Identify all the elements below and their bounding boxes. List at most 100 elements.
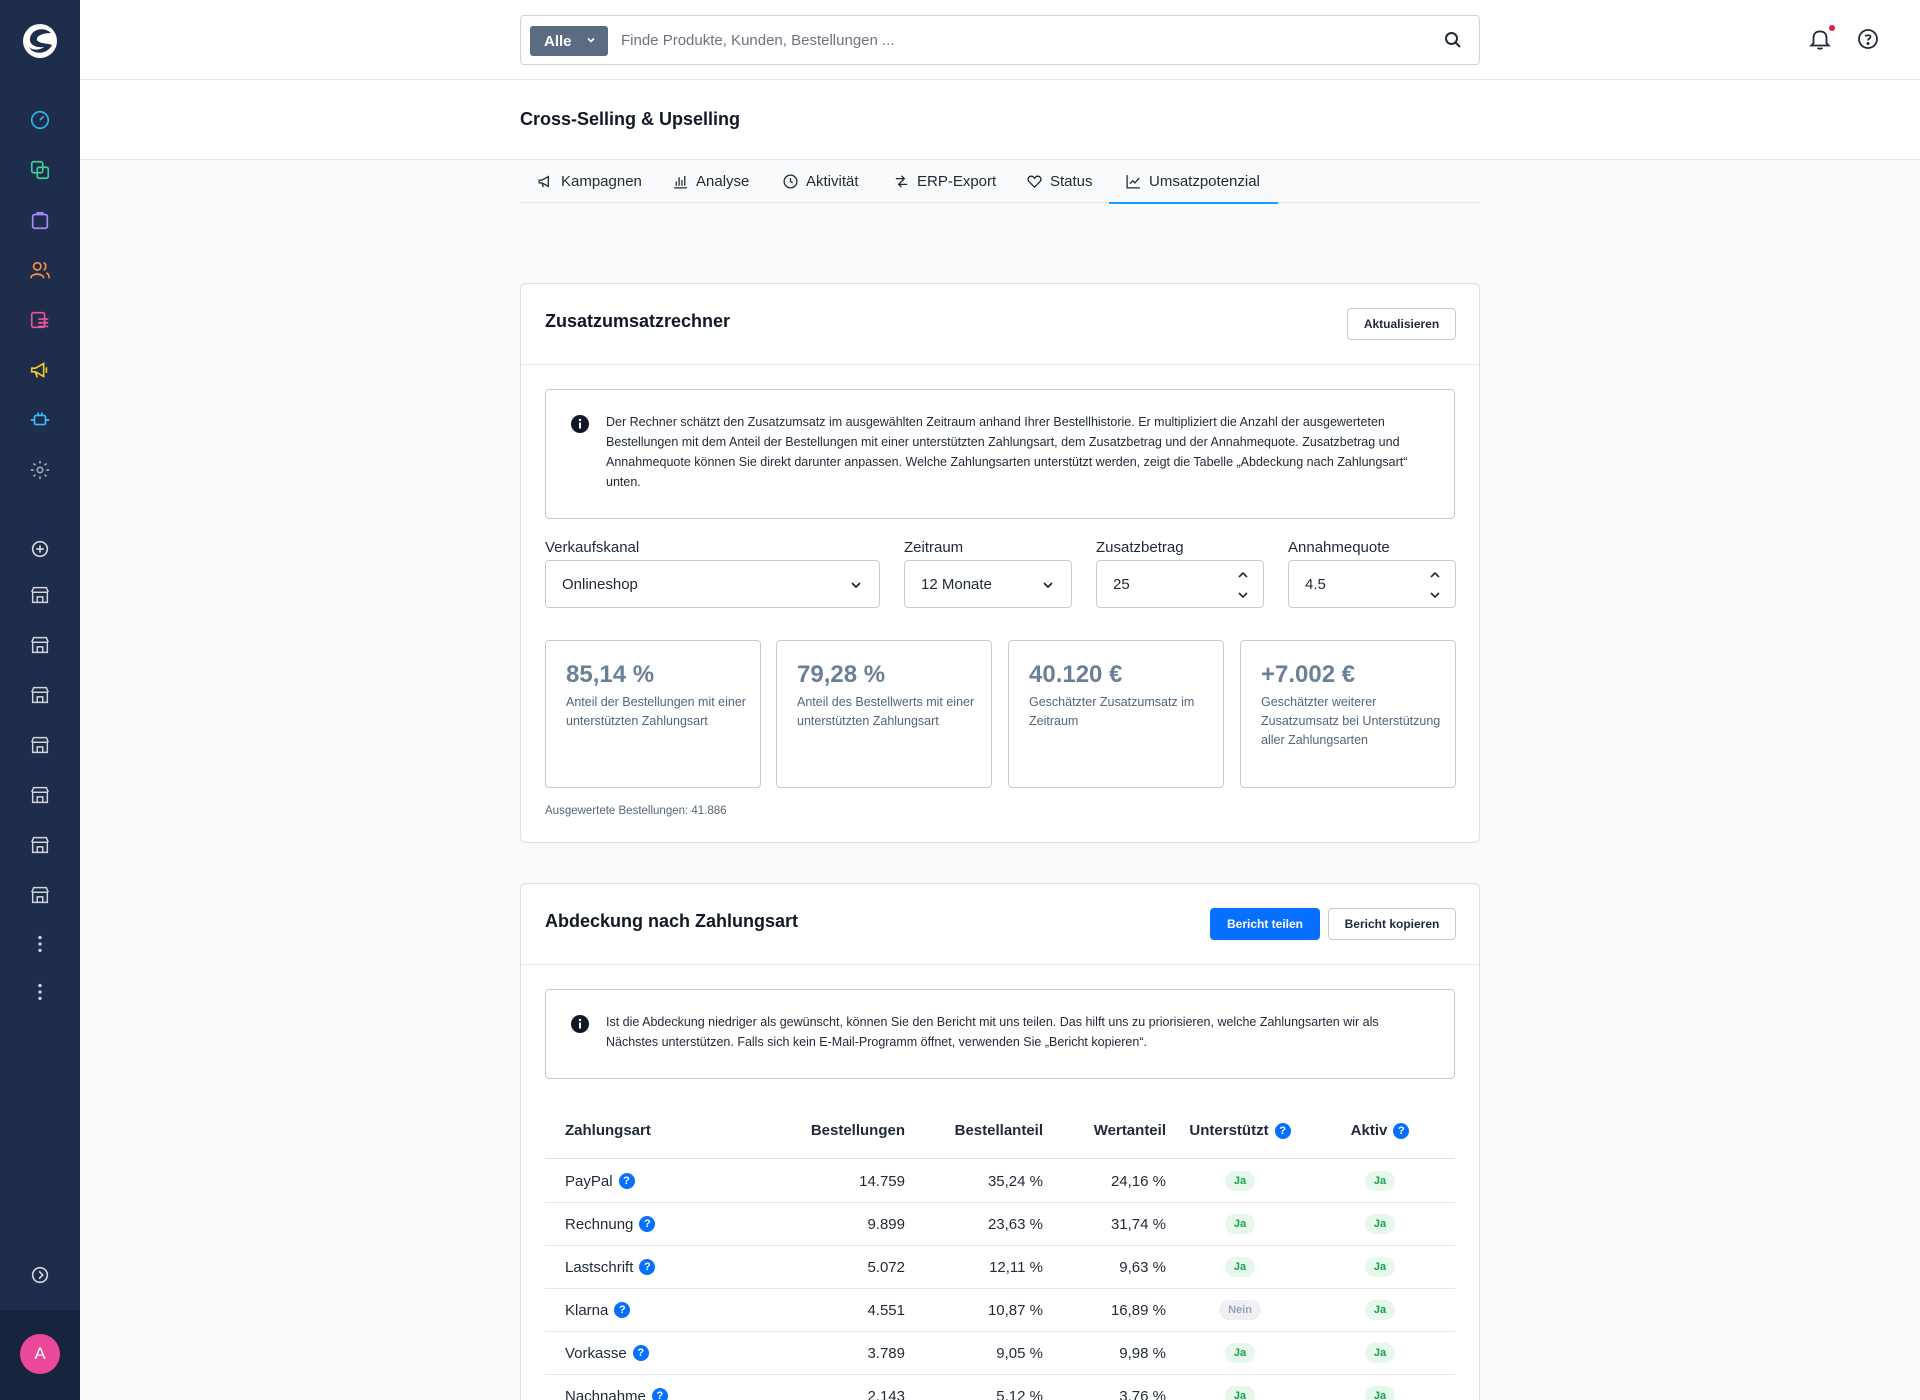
settings-icon[interactable] (28, 458, 52, 482)
tab-analyse[interactable]: Analyse (672, 160, 749, 203)
refresh-button[interactable]: Aktualisieren (1347, 308, 1456, 340)
search-icon[interactable] (1443, 30, 1463, 50)
column-header-orders: Bestellungen (810, 1122, 905, 1139)
sidebar: A (0, 0, 80, 1400)
number-stepper-icon[interactable] (1237, 569, 1249, 601)
dashboard-icon[interactable] (28, 108, 52, 132)
kpi-card-additional-revenue: +7.002 € Geschätzter weiterer Zusatzumsa… (1240, 640, 1456, 788)
marketing-icon[interactable] (28, 358, 52, 382)
storefront-icon[interactable] (28, 633, 52, 657)
tab-bar: Kampagnen Analyse Aktivität ERP-Export S… (520, 160, 1480, 204)
status-badge: Ja (1364, 1343, 1396, 1363)
status-badge: Ja (1224, 1343, 1256, 1363)
info-icon (571, 415, 589, 433)
kpi-card-order-share: 85,14 % Anteil der Bestellungen mit eine… (545, 640, 761, 788)
column-header-order-share: Bestellanteil (954, 1122, 1043, 1139)
tab-status[interactable]: Status (1026, 160, 1093, 203)
active-cell: Ja (1310, 1203, 1450, 1245)
active-cell: Ja (1310, 1160, 1450, 1202)
column-header-active: Aktiv? (1310, 1103, 1450, 1158)
search-scope-label: Alle (544, 32, 572, 50)
coverage-card-header: Abdeckung nach Zahlungsart Bericht teile… (521, 884, 1479, 965)
status-badge: Nein (1219, 1300, 1261, 1320)
help-question-icon[interactable]: ? (651, 1388, 668, 1400)
additional-amount-input[interactable]: 25 (1096, 560, 1264, 608)
tab-label: Umsatzpotenzial (1149, 172, 1260, 190)
status-badge: Ja (1224, 1257, 1256, 1277)
kpi-label: Anteil des Bestellwerts mit einer unters… (797, 695, 975, 728)
table-row: Lastschrift? 5.072 12,11 % 9,63 % Ja Ja (545, 1246, 1455, 1289)
number-stepper-icon[interactable] (1429, 569, 1441, 601)
share-report-button[interactable]: Bericht teilen (1210, 908, 1320, 940)
expand-sidebar-icon[interactable] (28, 1263, 52, 1287)
notification-dot (1829, 25, 1835, 31)
help-icon[interactable] (1856, 27, 1880, 51)
channel-label: Verkaufskanal (545, 539, 640, 556)
order-share-cell: 23,63 % (987, 1215, 1043, 1233)
tab-aktivitaet[interactable]: Aktivität (782, 160, 859, 203)
column-header-value-share: Wertanteil (1093, 1122, 1166, 1139)
supported-cell: Ja (1170, 1246, 1310, 1288)
orders-icon[interactable] (28, 208, 52, 232)
column-header-active-label: Aktiv (1350, 1122, 1388, 1139)
help-question-icon[interactable]: ? (639, 1259, 656, 1275)
help-question-icon[interactable]: ? (1393, 1122, 1410, 1139)
status-badge: Ja (1224, 1214, 1256, 1234)
shopware-logo-icon[interactable] (20, 21, 60, 61)
kpi-label: Geschätzter Zusatzumsatz im Zeitraum (1029, 695, 1195, 728)
payment-method-cell: Klarna? (565, 1289, 631, 1331)
extensions-icon[interactable] (28, 408, 52, 432)
bar-chart-icon (674, 175, 687, 189)
help-question-icon[interactable]: ? (1274, 1122, 1291, 1139)
clock-icon (783, 174, 798, 189)
orders-cell: 2.143 (867, 1387, 905, 1400)
add-sales-channel-icon[interactable] (28, 537, 52, 561)
active-cell: Ja (1310, 1332, 1450, 1374)
orders-cell: 4.551 (867, 1301, 905, 1319)
heart-icon (1027, 175, 1042, 189)
coverage-title: Abdeckung nach Zahlungsart (545, 911, 799, 931)
storefront-icon[interactable] (28, 683, 52, 707)
active-cell: Ja (1310, 1375, 1450, 1400)
user-avatar[interactable]: A (20, 1334, 60, 1374)
tab-kampagnen[interactable]: Kampagnen (537, 160, 642, 203)
search-scope-dropdown[interactable]: Alle (530, 26, 608, 56)
catalog-icon[interactable] (28, 158, 52, 182)
page-title: Cross-Selling & Upselling (520, 109, 741, 129)
kpi-value: 85,14 % (566, 661, 655, 688)
help-question-icon[interactable]: ? (639, 1216, 656, 1232)
help-question-icon[interactable]: ? (632, 1345, 649, 1361)
help-question-icon[interactable]: ? (614, 1302, 631, 1318)
value-share-cell: 9,63 % (1119, 1258, 1166, 1276)
kpi-value: 40.120 € (1029, 661, 1123, 688)
copy-report-button[interactable]: Bericht kopieren (1328, 908, 1456, 940)
content-icon[interactable] (28, 308, 52, 332)
coverage-info-text: Ist die Abdeckung niedriger als gewünsch… (606, 1015, 1379, 1049)
acceptance-rate-input[interactable]: 4.5 (1288, 560, 1456, 608)
sales-channel-value: Onlineshop (562, 575, 638, 593)
storefront-icon[interactable] (28, 783, 52, 807)
table-row: PayPal? 14.759 35,24 % 24,16 % Ja Ja (545, 1160, 1455, 1203)
storefront-icon[interactable] (28, 833, 52, 857)
kpi-value: 79,28 % (797, 661, 886, 688)
period-label: Zeitraum (904, 539, 964, 556)
payment-method-name: Nachnahme (565, 1387, 646, 1400)
more-vertical-icon[interactable] (28, 980, 52, 1004)
storefront-icon[interactable] (28, 583, 52, 607)
customers-icon[interactable] (28, 258, 52, 282)
help-question-icon[interactable]: ? (618, 1173, 635, 1189)
trend-chart-icon (1126, 174, 1140, 189)
more-vertical-icon[interactable] (28, 932, 52, 956)
orders-cell: 14.759 (859, 1172, 905, 1190)
storefront-icon[interactable] (28, 883, 52, 907)
tab-umsatzpotenzial[interactable]: Umsatzpotenzial (1109, 160, 1278, 204)
calculator-card-header: Zusatzumsatzrechner Aktualisieren (521, 284, 1479, 365)
status-badge: Ja (1364, 1257, 1396, 1277)
tab-erp-export[interactable]: ERP-Export (893, 160, 996, 203)
tab-label: Aktivität (806, 173, 859, 190)
search-input[interactable] (621, 16, 1401, 64)
status-badge: Ja (1224, 1171, 1256, 1191)
sales-channel-select[interactable]: Onlineshop (545, 560, 880, 608)
storefront-icon[interactable] (28, 733, 52, 757)
period-select[interactable]: 12 Monate (904, 560, 1072, 608)
